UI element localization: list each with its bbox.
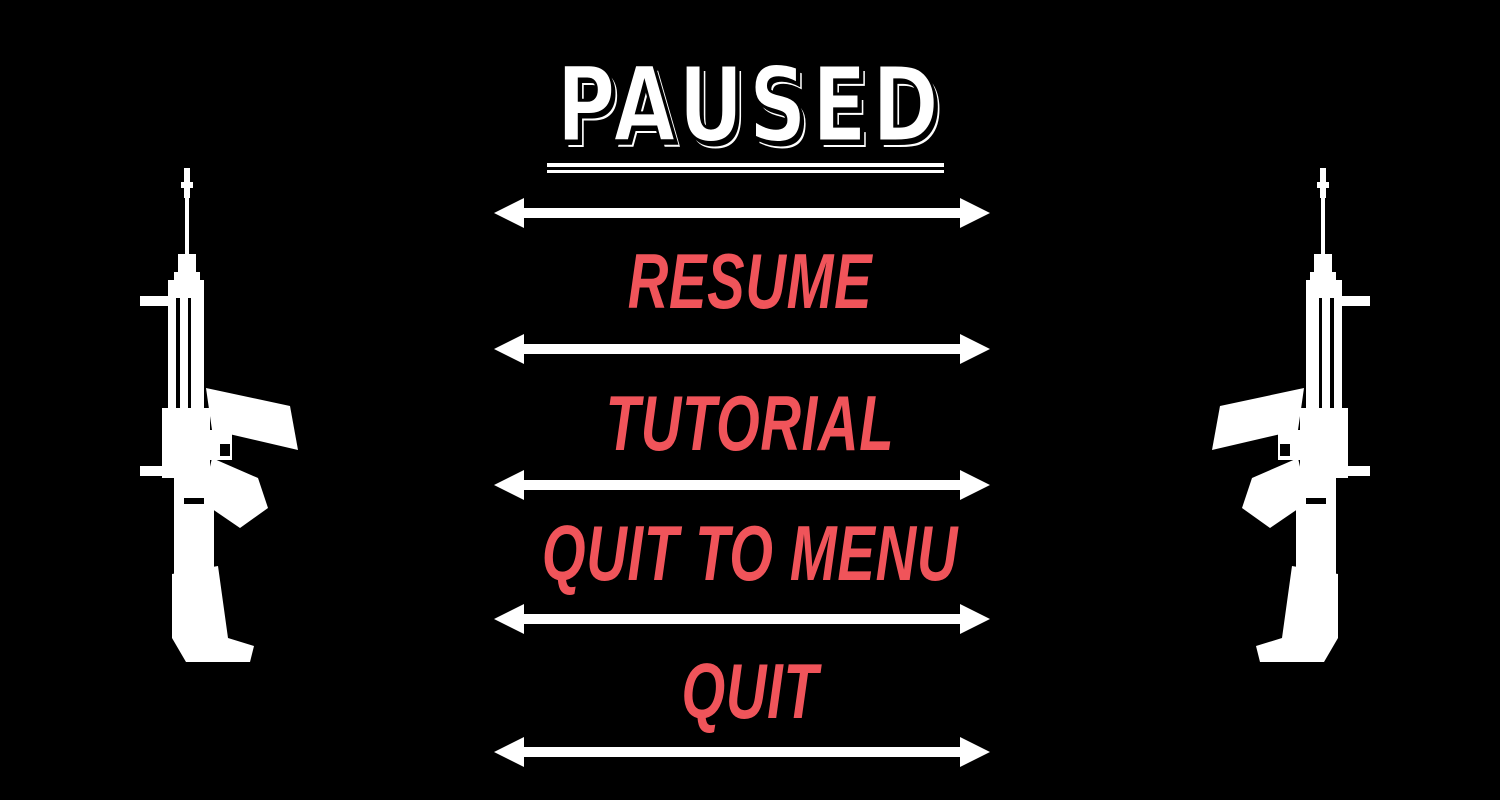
double-arrow-icon [494,198,990,228]
double-arrow-icon [494,334,990,364]
title-underline [547,163,944,167]
double-arrow-icon [494,470,990,500]
double-arrow-icon [494,604,990,634]
double-arrow-icon [494,737,990,767]
quit-button[interactable]: QUIT [210,646,1290,736]
pause-menu-screen: PAUSED RESUME TUTORIAL QUIT TO MENU QUIT [0,0,1500,800]
tutorial-button[interactable]: TUTORIAL [210,378,1290,468]
pause-title: PAUSED [555,44,944,166]
title-underline [547,170,944,173]
resume-button[interactable]: RESUME [210,236,1290,326]
quit-to-menu-button[interactable]: QUIT TO MENU [210,508,1290,598]
